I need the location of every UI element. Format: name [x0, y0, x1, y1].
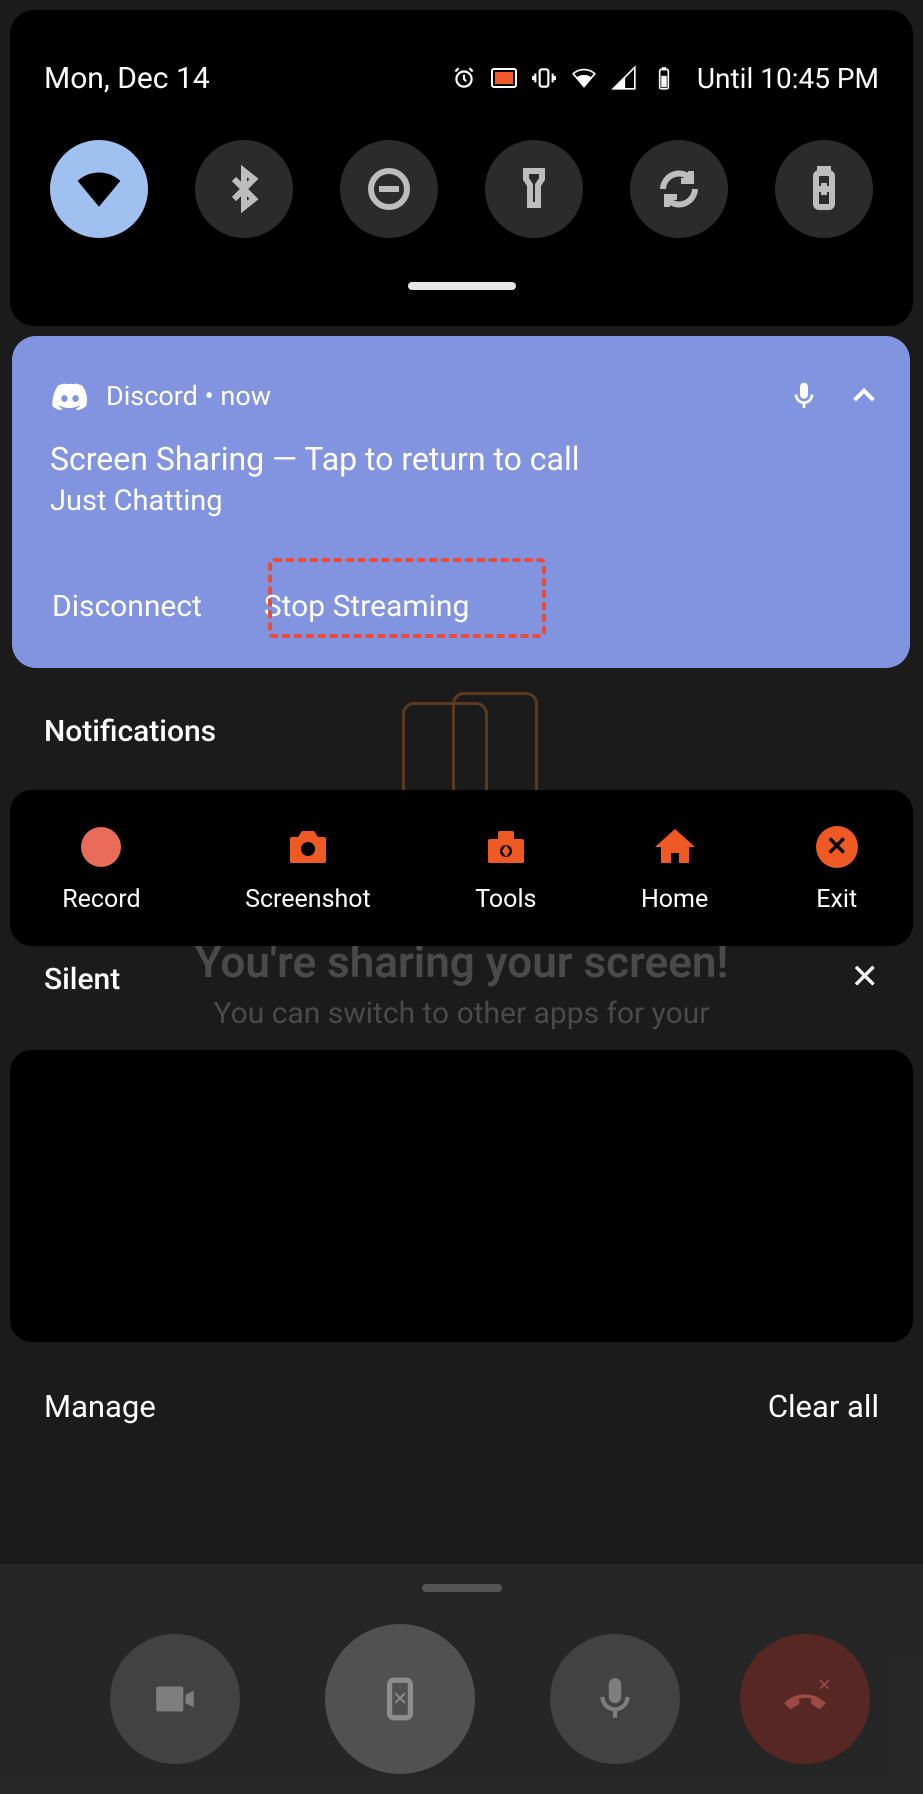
toolbar-notification: Record Screenshot Tools Home ✕ Exit: [10, 790, 913, 946]
svg-text:✕: ✕: [818, 1677, 831, 1696]
alarm-icon: [451, 65, 477, 91]
cast-icon: [491, 65, 517, 91]
disconnect-button[interactable]: Disconnect: [50, 583, 204, 630]
microphone-icon[interactable]: [788, 380, 820, 412]
clear-all-button[interactable]: Clear all: [768, 1388, 879, 1425]
discord-icon: [52, 382, 88, 410]
toolbox-icon: [482, 823, 530, 871]
until-time-text: Until 10:45 PM: [697, 62, 879, 95]
silent-notification-card[interactable]: [10, 1050, 913, 1342]
auto-rotate-tile[interactable]: [630, 140, 728, 238]
cell-signal-icon: [611, 65, 637, 91]
home-icon: [651, 823, 699, 871]
status-bar: Mon, Dec 14 Until 10:45 PM: [44, 58, 879, 98]
discord-actions: Disconnect Stop Streaming: [50, 583, 471, 630]
record-icon: [77, 823, 125, 871]
bottom-actions: Manage Clear all: [44, 1388, 879, 1425]
mute-toggle-button[interactable]: [550, 1634, 680, 1764]
dnd-tile[interactable]: [340, 140, 438, 238]
flashlight-tile[interactable]: [485, 140, 583, 238]
stop-screenshare-button[interactable]: ✕: [325, 1624, 475, 1774]
end-call-button[interactable]: ✕: [740, 1634, 870, 1764]
toolbar-record[interactable]: Record: [62, 823, 140, 914]
toolbar-screenshot[interactable]: Screenshot: [245, 823, 371, 914]
discord-app-name: Discord • now: [106, 380, 271, 412]
background-subtitle: You can switch to other apps for your: [0, 996, 923, 1031]
toolbar-exit[interactable]: ✕ Exit: [813, 823, 861, 914]
dismiss-silent-button[interactable]: ✕: [851, 962, 880, 992]
camera-toggle-button[interactable]: [110, 1634, 240, 1764]
notifications-section-label: Notifications: [44, 714, 216, 749]
battery-status-icon: [651, 65, 677, 91]
silent-section-label: Silent: [44, 962, 120, 997]
call-bar: ✕ ✕: [0, 1564, 923, 1794]
wifi-tile[interactable]: [50, 140, 148, 238]
status-icons: Until 10:45 PM: [451, 62, 879, 95]
discord-header: Discord • now: [52, 380, 880, 412]
quick-settings-panel: Mon, Dec 14 Until 10:45 PM: [10, 10, 913, 326]
close-circle-icon: ✕: [813, 823, 861, 871]
vibrate-icon: [531, 65, 557, 91]
battery-saver-tile[interactable]: [775, 140, 873, 238]
toolbar-home[interactable]: Home: [641, 823, 708, 914]
call-bar-handle[interactable]: [422, 1584, 502, 1592]
discord-subtitle: Just Chatting: [50, 484, 223, 518]
discord-notification[interactable]: Discord • now Screen Sharing — Tap to re…: [12, 336, 910, 668]
discord-title: Screen Sharing — Tap to return to call: [50, 440, 580, 478]
quick-settings-handle[interactable]: [408, 282, 516, 290]
camera-icon: [284, 823, 332, 871]
bluetooth-tile[interactable]: [195, 140, 293, 238]
stop-streaming-button[interactable]: Stop Streaming: [262, 583, 472, 630]
status-date: Mon, Dec 14: [44, 61, 210, 96]
svg-text:✕: ✕: [392, 1688, 408, 1710]
quick-tiles-row: [50, 134, 873, 244]
manage-button[interactable]: Manage: [44, 1388, 156, 1425]
wifi-status-icon: [571, 65, 597, 91]
toolbar-tools[interactable]: Tools: [475, 823, 536, 914]
collapse-icon[interactable]: [848, 380, 880, 412]
